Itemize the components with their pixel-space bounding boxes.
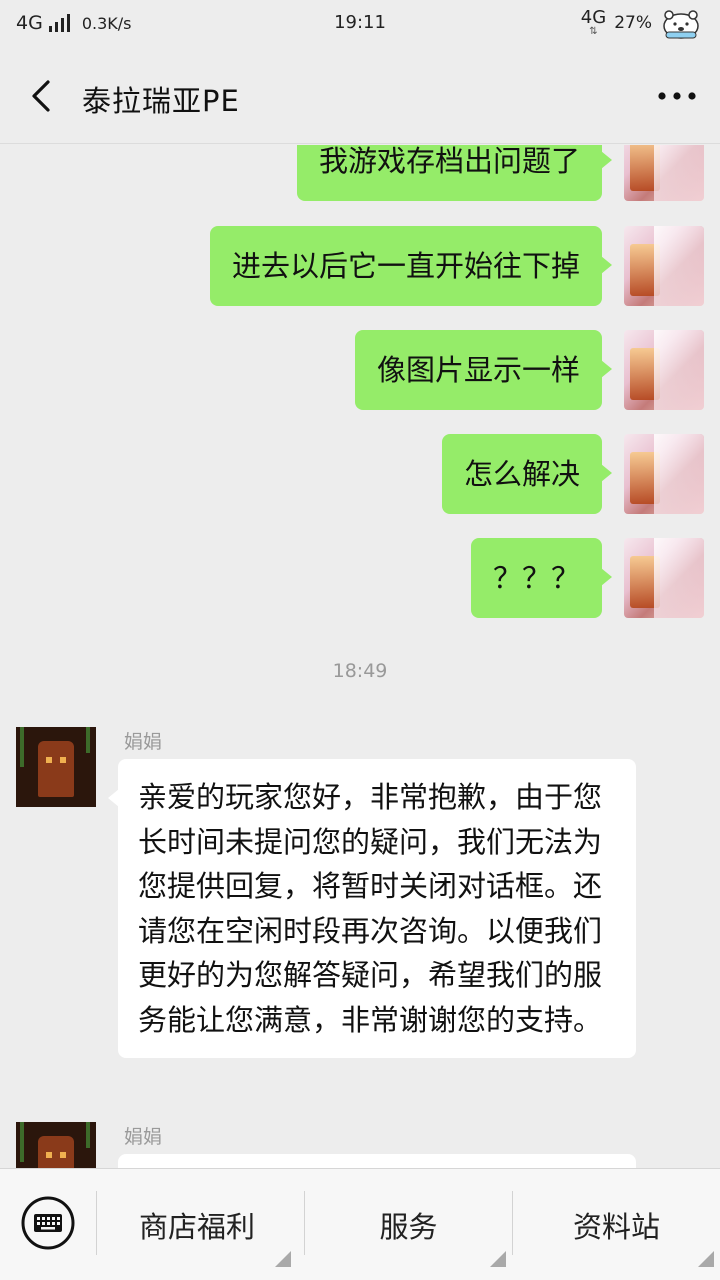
menu-label: 服务 [379, 1210, 438, 1244]
agent-avatar[interactable] [16, 1122, 96, 1168]
agent-avatar[interactable] [16, 727, 96, 807]
status-right: 4G ⇅ 27% [581, 6, 702, 40]
self-avatar[interactable] [624, 330, 704, 410]
sender-name: 娟娟 [124, 1126, 163, 1148]
sent-message: 我游戏存档出问题了 [296, 145, 704, 201]
received-bubble[interactable] [118, 1154, 636, 1168]
sent-bubble[interactable]: ？？？ [470, 538, 613, 618]
message-timestamp: 18:49 [332, 660, 388, 682]
service-menu-bar: 商店福利 服务 资料站 [0, 1168, 720, 1280]
sent-message: ？？？ [470, 538, 704, 618]
chevron-left-icon[interactable] [22, 76, 62, 116]
menu-service[interactable]: 服务 [305, 1169, 512, 1280]
received-message: 娟娟 亲爱的玩家您好，非常抱歉，由于您长时间未提问您的疑问，我们无法为您提供回复… [16, 727, 720, 1107]
self-avatar[interactable] [624, 145, 704, 201]
more-dots-icon[interactable] [652, 76, 702, 116]
chat-title: 泰拉瑞亚PE [82, 84, 240, 118]
menu-resource-site[interactable]: 资料站 [513, 1169, 720, 1280]
status-bar: 4G 0.3K/s 19:11 4G ⇅ 27% [0, 0, 720, 48]
bear-battery-icon [663, 10, 699, 39]
sent-message: 像图片显示一样 [354, 330, 704, 410]
sent-message: 进去以后它一直开始往下掉 [209, 226, 704, 306]
menu-label: 商店福利 [138, 1210, 255, 1244]
submenu-corner-icon [490, 1251, 506, 1267]
chat-history[interactable]: 我游戏存档出问题了 进去以后它一直开始往下掉 像图片显示一样 怎么解决 ？？？ … [0, 145, 720, 1168]
self-avatar[interactable] [624, 226, 704, 306]
submenu-corner-icon [698, 1251, 714, 1267]
sender-name: 娟娟 [124, 731, 163, 753]
submenu-corner-icon [275, 1251, 291, 1267]
network-type-right: 4G [580, 7, 607, 28]
menu-shop-benefits[interactable]: 商店福利 [97, 1169, 297, 1280]
received-bubble[interactable]: 亲爱的玩家您好，非常抱歉，由于您长时间未提问您的疑问，我们无法为您提供回复，将暂… [108, 759, 636, 1058]
mobile-data-indicator: 4G ⇅ [581, 9, 606, 37]
menu-label: 资料站 [572, 1210, 660, 1244]
keyboard-icon[interactable] [20, 1195, 76, 1251]
chat-header: 泰拉瑞亚PE [0, 48, 720, 144]
battery-level: 27% [614, 13, 652, 33]
data-arrows-icon: ⇅ [589, 26, 598, 37]
sent-bubble[interactable]: 我游戏存档出问题了 [296, 145, 613, 201]
self-avatar[interactable] [624, 538, 704, 618]
sent-bubble[interactable]: 怎么解决 [441, 434, 613, 514]
self-avatar[interactable] [624, 434, 704, 514]
sent-bubble[interactable]: 进去以后它一直开始往下掉 [209, 226, 613, 306]
received-message: 娟娟 [16, 1122, 720, 1168]
sent-message: 怎么解决 [441, 434, 704, 514]
sent-bubble[interactable]: 像图片显示一样 [354, 330, 613, 410]
